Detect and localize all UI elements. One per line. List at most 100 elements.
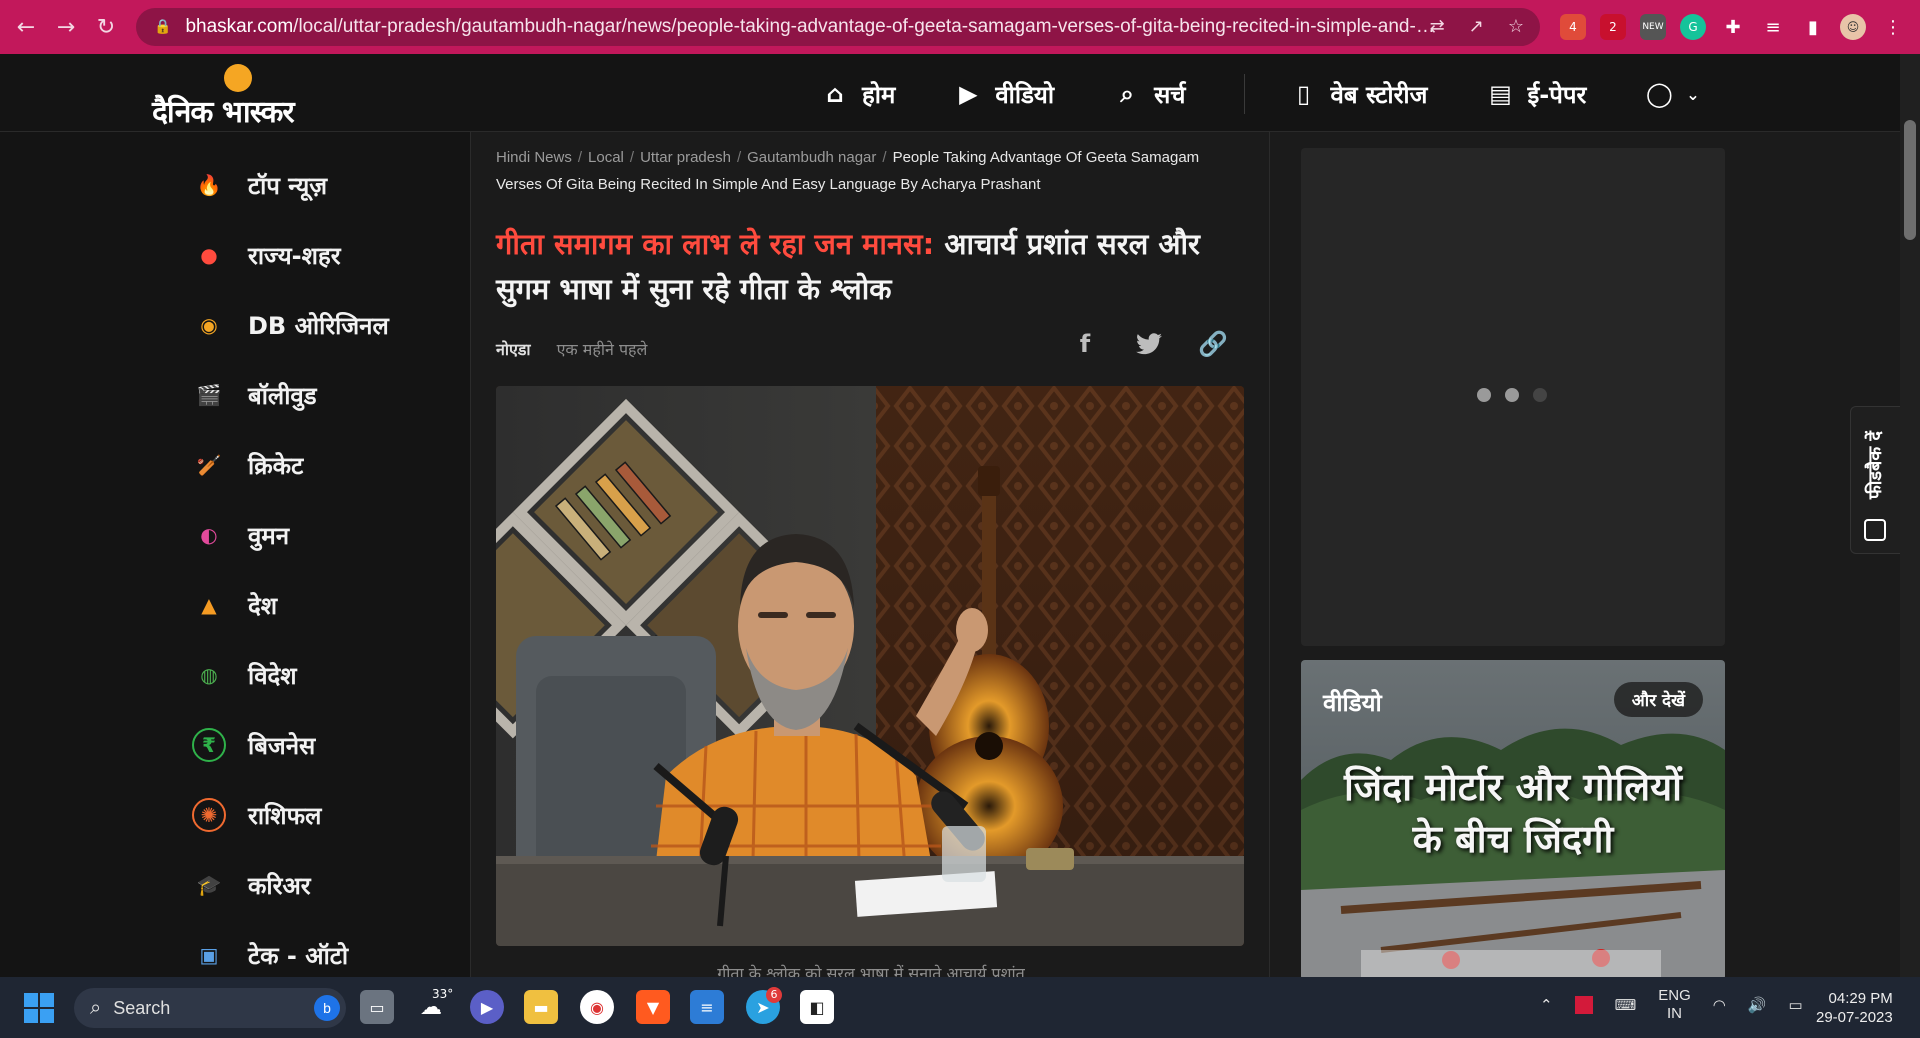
clapperboard-icon: 🎬	[196, 383, 222, 407]
nav-web-stories[interactable]: ▯ वेब स्टोरीज	[1289, 78, 1428, 111]
nav-epaper[interactable]: ▤ ई-पेपर	[1485, 78, 1586, 111]
graduation-cap-icon: 🎓	[196, 873, 222, 897]
home-icon: ⌂	[826, 80, 844, 108]
right-column: वीडियो और देखें जिंदा मोर्टार और गोलियों…	[1270, 132, 1900, 980]
article-hero-image	[496, 386, 1244, 946]
app-icon[interactable]: ◧	[800, 990, 834, 1024]
article-meta: नोएडा एक महीने पहले	[496, 338, 647, 360]
translate-icon[interactable]: ⇄	[1430, 16, 1445, 37]
logo-sun-icon	[224, 64, 252, 92]
video-widget[interactable]: वीडियो और देखें जिंदा मोर्टार और गोलियों…	[1301, 660, 1725, 980]
cricket-icon: 🏏	[196, 453, 222, 477]
breadcrumb-link-uttar-pradesh[interactable]: Uttar pradesh	[640, 149, 731, 166]
see-more-button[interactable]: और देखें	[1613, 682, 1703, 717]
wifi-icon[interactable]: ◠	[1713, 996, 1726, 1014]
chrome-icon[interactable]: ◉	[580, 990, 614, 1024]
tray-app-icon[interactable]	[1574, 996, 1593, 1014]
ad-placeholder	[1301, 148, 1725, 646]
nav-video[interactable]: ▶ वीडियो	[953, 78, 1054, 111]
notepad-icon[interactable]: ≡	[690, 990, 724, 1024]
nav-home[interactable]: ⌂ होम	[820, 78, 895, 111]
sidebar-item-business[interactable]: ₹ बिजनेस	[192, 728, 315, 762]
article-time: एक महीने पहले	[556, 340, 648, 359]
feedback-tab[interactable]: फीडबैक दें	[1850, 406, 1900, 554]
copy-link-icon[interactable]: 🔗	[1198, 330, 1228, 358]
sidebar-item-top-news[interactable]: 🔥 टॉप न्यूज़	[192, 168, 328, 202]
share-icon[interactable]: ↗	[1469, 16, 1484, 37]
tech-icon: ▣	[199, 943, 219, 967]
sidebar-item-cricket[interactable]: 🏏 क्रिकेट	[192, 448, 304, 482]
taskbar-search[interactable]: ⌕ Search b	[74, 988, 346, 1028]
search-icon: ⌕	[90, 996, 102, 1019]
feedback-label: फीडबैक दें	[1865, 431, 1886, 500]
top-navigation: ⌂ होम ▶ वीडियो ⌕ सर्च ▯ वेब स्टोरीज ▤ ई-पेपर …	[820, 74, 1700, 114]
scrollbar-thumb[interactable]	[1904, 120, 1916, 240]
task-view-icon[interactable]: ▭	[360, 990, 394, 1024]
chat-icon[interactable]: ▶	[470, 990, 504, 1024]
twitter-icon[interactable]	[1135, 330, 1163, 358]
category-sidebar: 🔥 टॉप न्यूज़ ● राज्य-शहर ◉ DB ओरिजिनल 🎬 बॉली…	[0, 132, 470, 977]
stories-icon: ▯	[1296, 80, 1311, 108]
nav-divider	[1243, 74, 1245, 114]
chevron-up-icon[interactable]: ⌃	[1540, 996, 1553, 1014]
weather-temp: 33°	[432, 987, 454, 1001]
loading-dots	[1477, 388, 1547, 402]
women-icon: ◐	[200, 523, 218, 547]
sidebar-item-career[interactable]: 🎓 करिअर	[192, 868, 311, 902]
file-explorer-icon[interactable]: ▬	[524, 990, 558, 1024]
system-clock[interactable]: 04:29 PM 29-07-2023	[1816, 989, 1893, 1027]
brave-icon[interactable]: ▼	[636, 990, 670, 1024]
bing-icon: b	[314, 995, 340, 1021]
chevron-down-icon: ⌄	[1686, 84, 1700, 104]
page-scrollbar[interactable]	[1900, 54, 1920, 977]
keyboard-icon[interactable]: ⌨	[1615, 996, 1637, 1014]
extension-icon[interactable]: 4	[1560, 14, 1586, 40]
puzzle-icon[interactable]: ✚	[1720, 14, 1746, 40]
adblock-icon[interactable]: 2	[1600, 14, 1626, 40]
location-pin-icon: ●	[200, 243, 218, 267]
profile-avatar[interactable]: ☺	[1840, 14, 1866, 40]
menu-kebab-icon[interactable]: ⋮	[1880, 14, 1906, 40]
zodiac-icon: ✺	[192, 798, 226, 832]
language-indicator[interactable]: ENG IN	[1658, 987, 1691, 1023]
bookmark-star-icon[interactable]: ☆	[1508, 16, 1524, 37]
article-headline: गीता समागम का लाभ ले रहा जन मानस: आचार्य…	[496, 227, 1200, 306]
battery-icon[interactable]: ▭	[1789, 996, 1803, 1014]
search-icon: ⌕	[1120, 80, 1134, 108]
feedback-icon	[1864, 519, 1886, 541]
sidebar-item-country[interactable]: ▲ देश	[192, 588, 277, 622]
side-panel-icon[interactable]: ▮	[1800, 14, 1826, 40]
volume-icon[interactable]: 🔊	[1748, 996, 1767, 1014]
sidebar-item-state-city[interactable]: ● राज्य-शहर	[192, 238, 340, 272]
rupee-icon: ₹	[192, 728, 226, 762]
windows-start-icon[interactable]	[24, 993, 54, 1023]
account-menu[interactable]: ◯ ⌄	[1644, 79, 1700, 109]
back-icon[interactable]: ←	[6, 7, 46, 47]
breadcrumb: Hindi News / Local / Uttar pradesh / Gautambud…	[496, 149, 1200, 193]
india-gate-icon: ▲	[201, 593, 217, 617]
video-headline-line-2: के बीच जिंदगी	[1412, 817, 1614, 861]
url-text: bhaskar.com/local/uttar-pradesh/gautambu…	[185, 16, 1436, 37]
media-icon[interactable]: ≡	[1760, 14, 1786, 40]
sidebar-item-db-original[interactable]: ◉ DB ओरिजिनल	[192, 308, 389, 342]
sidebar-item-women[interactable]: ◐ वुमन	[192, 518, 289, 552]
nav-search[interactable]: ⌕ सर्च	[1112, 78, 1185, 111]
sidebar-item-tech-auto[interactable]: ▣ टेक - ऑटो	[192, 938, 349, 972]
reload-icon[interactable]: ↻	[86, 7, 126, 47]
share-bar: f 🔗	[1071, 330, 1228, 358]
site-logo[interactable]: दैनिक भास्कर	[152, 62, 332, 130]
facebook-icon[interactable]: f	[1071, 330, 1099, 358]
breadcrumb-link-local[interactable]: Local	[588, 149, 624, 166]
sidebar-item-horoscope[interactable]: ✺ राशिफल	[192, 798, 321, 832]
breadcrumb-link-gautambudh-nagar[interactable]: Gautambudh nagar	[747, 149, 876, 166]
sidebar-item-world[interactable]: ◍ विदेश	[192, 658, 296, 692]
sidebar-item-bollywood[interactable]: 🎬 बॉलीवुड	[192, 378, 317, 412]
new-extension-icon[interactable]: NEW	[1640, 14, 1666, 40]
article-city[interactable]: नोएडा	[496, 338, 531, 360]
globe-icon: ◍	[200, 663, 218, 687]
forward-icon[interactable]: →	[46, 7, 86, 47]
address-bar[interactable]: 🔒 bhaskar.com/local/uttar-pradesh/gautam…	[136, 8, 1540, 46]
breadcrumb-link-hindi-news[interactable]: Hindi News	[496, 149, 572, 166]
grammarly-icon[interactable]: G	[1680, 14, 1706, 40]
hero-photo	[496, 386, 1244, 946]
